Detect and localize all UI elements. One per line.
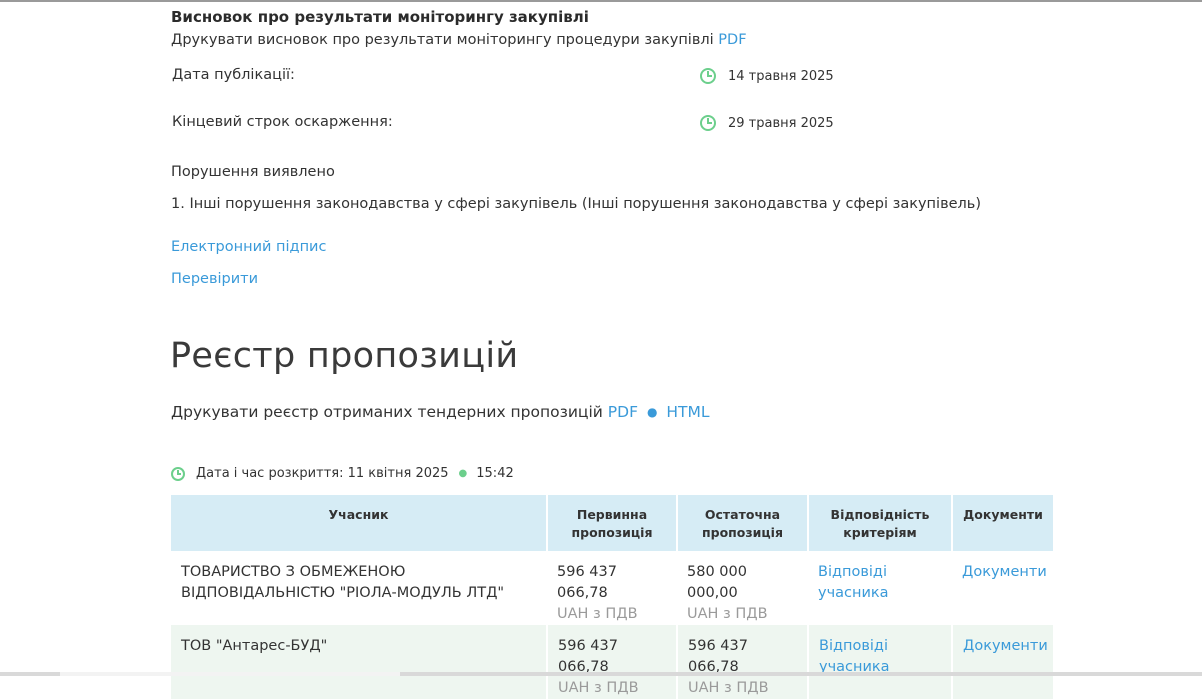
initial-bid: 596 437 066,78 UAH з ПДВ <box>547 551 677 625</box>
documents-link[interactable]: Документи <box>962 564 1047 580</box>
clock-icon <box>700 115 716 131</box>
criteria-cell: Відповіді учасника <box>807 625 952 699</box>
column-header-initial-bid: Первинна пропозиція <box>547 495 678 551</box>
table-header-row: Учасник Первинна пропозиція Остаточна пр… <box>171 495 1053 551</box>
registry-title: Реєстр пропозицій <box>170 336 519 376</box>
monitoring-print-text: Друкувати висновок про результати моніто… <box>171 32 714 48</box>
column-header-participant: Учасник <box>171 495 548 551</box>
registry-pdf-link[interactable]: PDF <box>608 403 638 421</box>
registry-print-line: Друкувати реєстр отриманих тендерних про… <box>171 403 710 421</box>
opening-date-label: Дата і час розкриття: 11 квітня 2025 <box>196 466 449 481</box>
column-header-final-bid: Остаточна пропозиція <box>677 495 809 551</box>
initial-bid-amount: 596 437 066,78 <box>557 564 617 601</box>
final-bid-amount: 596 437 066,78 <box>688 638 748 675</box>
separator-dot: ● <box>646 405 658 419</box>
electronic-signature-link[interactable]: Електронний підпис <box>171 239 326 255</box>
table-row: ТОВАРИСТВО З ОБМЕЖЕНОЮ ВІДПОВІДАЛЬНІСТЮ … <box>171 551 1053 625</box>
appeal-deadline-value: 29 травня 2025 <box>728 115 834 131</box>
opening-time: 15:42 <box>476 466 514 481</box>
participant-name: ТОВАРИСТВО З ОБМЕЖЕНОЮ ВІДПОВІДАЛЬНІСТЮ … <box>181 564 505 601</box>
publication-date-label: Дата публікації: <box>172 67 295 83</box>
opening-separator: ● <box>458 468 468 479</box>
initial-bid: 596 437 066,78 UAH з ПДВ <box>546 625 677 699</box>
final-bid-currency: UAH з ПДВ <box>687 606 768 622</box>
registry-print-text: Друкувати реєстр отриманих тендерних про… <box>171 403 603 421</box>
documents-link[interactable]: Документи <box>963 638 1048 654</box>
column-header-documents: Документи <box>952 495 1053 551</box>
scrollbar-thumb[interactable] <box>60 672 400 676</box>
monitoring-pdf-link[interactable]: PDF <box>718 32 746 48</box>
publication-date: 14 травня 2025 <box>700 68 834 84</box>
top-border <box>0 0 1202 2</box>
participant-name: ТОВ "Антарес-БУД" <box>171 625 547 699</box>
final-bid: 596 437 066,78 UAH з ПДВ <box>676 625 808 699</box>
final-bid-amount: 580 000 000,00 <box>687 564 747 601</box>
opening-date: Дата і час розкриття: 11 квітня 2025 ● 1… <box>171 466 514 481</box>
final-bid-currency: UAH з ПДВ <box>688 680 769 696</box>
verify-link[interactable]: Перевірити <box>171 271 258 287</box>
initial-bid-amount: 596 437 066,78 <box>558 638 618 675</box>
final-bid: 580 000 000,00 UAH з ПДВ <box>677 551 808 625</box>
documents-cell: Документи <box>951 625 1053 699</box>
bids-table: Учасник Первинна пропозиція Остаточна пр… <box>171 495 1053 699</box>
participant-answers-link[interactable]: Відповіді учасника <box>818 564 889 601</box>
violations-title: Порушення виявлено <box>171 164 335 180</box>
clock-icon <box>700 68 716 84</box>
initial-bid-currency: UAH з ПДВ <box>557 606 638 622</box>
column-header-criteria: Відповідність критеріям <box>808 495 953 551</box>
violations-item: 1. Інші порушення законодавства у сфері … <box>171 196 982 212</box>
monitoring-title: Висновок про результати моніторингу заку… <box>171 8 589 26</box>
initial-bid-currency: UAH з ПДВ <box>558 680 639 696</box>
clock-icon <box>171 466 185 481</box>
documents-cell: Документи <box>952 551 1053 625</box>
appeal-deadline: 29 травня 2025 <box>700 115 834 131</box>
criteria-cell: Відповіді учасника <box>808 551 952 625</box>
publication-date-value: 14 травня 2025 <box>728 68 834 84</box>
table-row: ТОВ "Антарес-БУД" 596 437 066,78 UAH з П… <box>171 625 1053 699</box>
monitoring-print-line: Друкувати висновок про результати моніто… <box>171 32 747 48</box>
appeal-deadline-label: Кінцевий строк оскарження: <box>172 114 393 130</box>
participant-answers-link[interactable]: Відповіді учасника <box>819 638 890 675</box>
registry-html-link[interactable]: HTML <box>666 403 709 421</box>
